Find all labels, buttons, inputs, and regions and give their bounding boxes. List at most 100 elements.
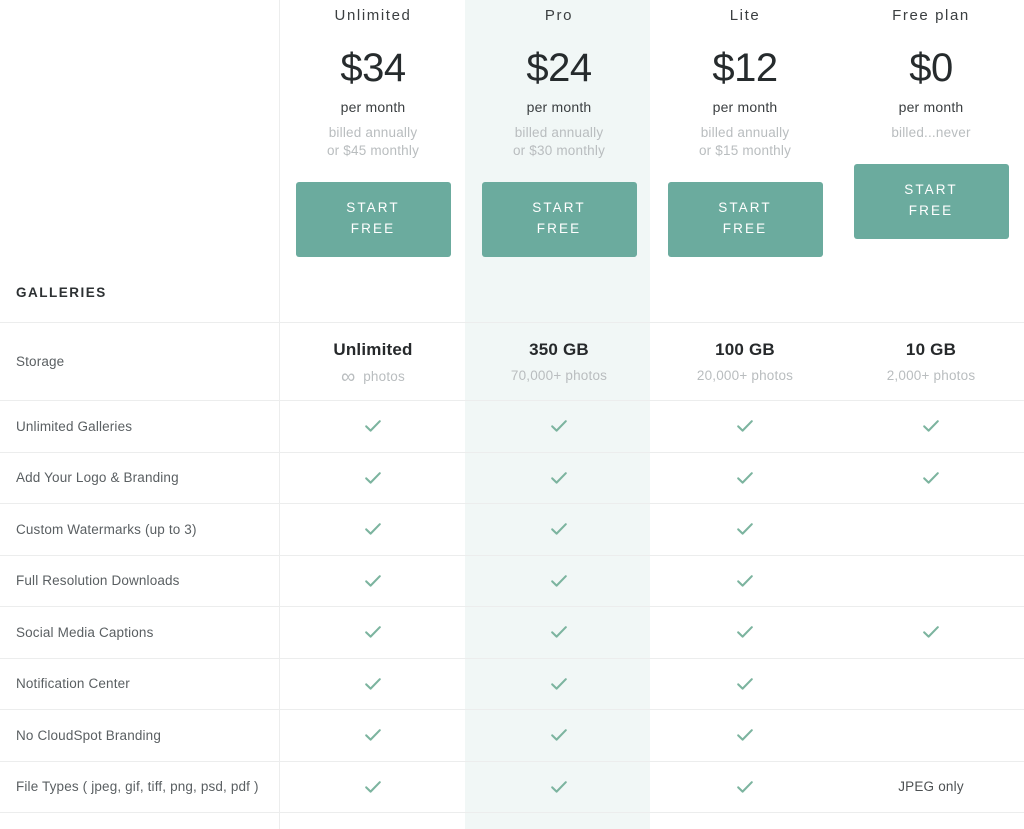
feature-value-cell bbox=[652, 452, 838, 504]
storage-row: Storage Unlimited ∞ photos 350 GB 70,000+ ph… bbox=[0, 322, 1024, 401]
check-icon bbox=[735, 725, 755, 745]
plan-billing-note: billed...never bbox=[848, 115, 1014, 142]
comparison-grid: Unlimited $34 per month billed annually or $… bbox=[0, 0, 1024, 829]
feature-value-cell bbox=[838, 658, 1024, 710]
feature-value-cell: JPEG only bbox=[838, 761, 1024, 813]
start-free-label-line-2: FREE bbox=[536, 221, 582, 237]
feature-value-cell bbox=[280, 761, 466, 813]
check-icon bbox=[921, 416, 941, 436]
check-icon bbox=[363, 777, 383, 797]
plan-cta-wrapper: START FREE bbox=[476, 160, 642, 258]
storage-cell: 100 GB 20,000+ photos bbox=[652, 322, 838, 401]
feature-value-cell bbox=[466, 761, 652, 813]
check-icon bbox=[549, 674, 569, 694]
check-icon bbox=[549, 725, 569, 745]
check-icon bbox=[363, 571, 383, 591]
feature-value-cell bbox=[652, 658, 838, 710]
plan-name: Free plan bbox=[892, 7, 970, 24]
feature-value-cell bbox=[838, 400, 1024, 453]
start-free-button[interactable]: START FREE bbox=[295, 182, 451, 258]
check-icon bbox=[363, 519, 383, 539]
feature-label: File Types ( jpeg, gif, tiff, png, psd, … bbox=[0, 761, 280, 813]
feature-value-cell bbox=[466, 452, 652, 504]
check-icon bbox=[735, 519, 755, 539]
feature-value-cell bbox=[466, 555, 652, 607]
feature-row: Full Resolution Downloads bbox=[0, 555, 1024, 607]
plan-period: per month bbox=[340, 99, 406, 115]
feature-value-cell bbox=[652, 503, 838, 556]
feature-value-cell bbox=[838, 606, 1024, 659]
storage-amount: 10 GB bbox=[905, 340, 957, 359]
feature-value-cell bbox=[838, 812, 1024, 829]
storage-photo-count: 20,000+ photos bbox=[652, 360, 838, 383]
start-free-label-line-2: FREE bbox=[350, 221, 396, 237]
feature-value-cell bbox=[280, 452, 466, 504]
check-icon bbox=[735, 777, 755, 797]
plan-name: Unlimited bbox=[334, 7, 412, 24]
plan-cta-wrapper: START FREE bbox=[290, 160, 456, 258]
start-free-label-line-1: START bbox=[718, 200, 772, 216]
storage-photo-count-text: 70,000+ photos bbox=[510, 368, 608, 383]
start-free-label-line-1: START bbox=[346, 200, 400, 216]
feature-value-cell bbox=[652, 555, 838, 607]
plan-price: $12 bbox=[712, 46, 778, 90]
check-icon bbox=[921, 622, 941, 642]
feature-row: No CloudSpot Branding bbox=[0, 709, 1024, 762]
plan-card-3: Free plan $0 per month billed...never START F… bbox=[838, 0, 1024, 285]
section-header-row: GALLERIES bbox=[0, 285, 1024, 323]
check-icon bbox=[549, 571, 569, 591]
start-free-label-line-1: START bbox=[532, 200, 586, 216]
feature-row: Add Your Logo & Branding bbox=[0, 452, 1024, 504]
check-icon bbox=[363, 725, 383, 745]
start-free-label-line-2: FREE bbox=[722, 221, 768, 237]
plan-billing-line-2: or $45 monthly bbox=[326, 143, 420, 159]
storage-photo-count-text: photos bbox=[363, 368, 405, 384]
feature-row: Custom Watermarks (up to 3) bbox=[0, 503, 1024, 556]
storage-photo-count-text: 2,000+ photos bbox=[886, 368, 976, 383]
feature-value-cell bbox=[652, 812, 838, 829]
feature-value-cell bbox=[466, 709, 652, 762]
plan-price: $34 bbox=[340, 46, 406, 90]
storage-label: Storage bbox=[0, 322, 280, 401]
plan-billing-line-1: billed...never bbox=[891, 125, 971, 140]
feature-value-cell bbox=[280, 503, 466, 556]
storage-photo-count: ∞ photos bbox=[280, 360, 466, 387]
feature-label: Social Media Captions bbox=[0, 606, 280, 659]
feature-value-cell bbox=[652, 709, 838, 762]
storage-amount: 350 GB bbox=[529, 340, 589, 359]
feature-value-cell bbox=[652, 606, 838, 659]
check-icon bbox=[921, 468, 941, 488]
check-icon bbox=[363, 468, 383, 488]
storage-cell: Unlimited ∞ photos bbox=[280, 322, 466, 401]
section-title: GALLERIES bbox=[0, 285, 280, 323]
plan-header-spacer bbox=[0, 0, 280, 285]
start-free-button[interactable]: START FREE bbox=[667, 182, 823, 258]
plan-billing-line-2: or $15 monthly bbox=[698, 143, 792, 159]
feature-value-cell bbox=[838, 503, 1024, 556]
section-header-spacer bbox=[466, 285, 652, 323]
section-header-spacer bbox=[838, 285, 1024, 323]
storage-photo-count: 2,000+ photos bbox=[838, 360, 1024, 383]
check-icon bbox=[549, 468, 569, 488]
plan-period: per month bbox=[898, 99, 964, 115]
check-icon bbox=[549, 777, 569, 797]
feature-value-cell bbox=[280, 709, 466, 762]
feature-value-cell bbox=[652, 400, 838, 453]
infinity-icon: ∞ bbox=[341, 365, 356, 388]
feature-label: Add Your Logo & Branding bbox=[0, 452, 280, 504]
plan-billing-line-1: billed annually bbox=[328, 125, 418, 140]
storage-photo-count: 70,000+ photos bbox=[466, 360, 652, 383]
plan-header-row: Unlimited $34 per month billed annually or $… bbox=[0, 0, 1024, 285]
feature-label: No CloudSpot Branding bbox=[0, 709, 280, 762]
plan-period: per month bbox=[712, 99, 778, 115]
start-free-button[interactable]: START FREE bbox=[481, 182, 637, 258]
feature-value-cell bbox=[838, 452, 1024, 504]
check-icon bbox=[735, 622, 755, 642]
plan-card-1: Pro $24 per month billed annually or $30 mon… bbox=[466, 0, 652, 285]
start-free-button[interactable]: START FREE bbox=[853, 164, 1009, 240]
feature-value-cell bbox=[280, 606, 466, 659]
storage-amount: 100 GB bbox=[715, 340, 775, 359]
check-icon bbox=[735, 468, 755, 488]
storage-amount: Unlimited bbox=[333, 339, 413, 359]
plan-billing-line-1: billed annually bbox=[514, 125, 604, 140]
